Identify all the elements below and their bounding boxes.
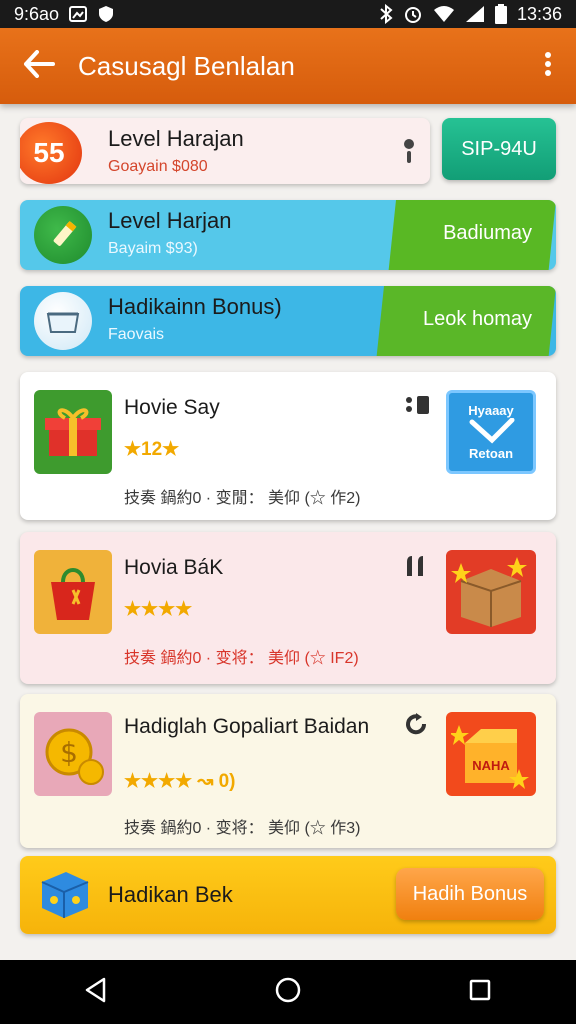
nav-recents-button[interactable] bbox=[440, 960, 520, 1024]
product-1-tile-text-1: Hyaaay bbox=[468, 403, 514, 418]
shield-icon bbox=[97, 5, 115, 23]
bottom-bonus-banner[interactable]: Hadikan Bek Hadih Bonus bbox=[20, 856, 556, 934]
level-card-1[interactable]: 55 Level Harajan Goayain $080 bbox=[20, 118, 430, 184]
gift-box-icon bbox=[34, 390, 112, 474]
dice-cube-icon bbox=[34, 866, 94, 922]
level-card-2-action[interactable]: Badiumay bbox=[443, 222, 532, 245]
level-card-1-text: Level Harajan Goayain $080 bbox=[108, 126, 244, 176]
nav-home-button[interactable] bbox=[248, 960, 328, 1024]
product-1-title: Hovie Say bbox=[124, 396, 220, 419]
level-card-1-subtitle: Goayain $080 bbox=[108, 158, 208, 175]
product-3-rating: ★★★★ ↝ 0) bbox=[124, 771, 236, 792]
bonus-card-title: Hadikainn Bonus) bbox=[108, 294, 282, 319]
share-icon[interactable] bbox=[404, 554, 430, 583]
level-action-button[interactable]: SIP-94U bbox=[442, 118, 556, 180]
refresh-icon[interactable] bbox=[404, 712, 428, 741]
wifi-icon bbox=[433, 5, 455, 23]
bottom-banner-title: Hadikan Bek bbox=[108, 882, 233, 907]
battery-icon bbox=[494, 4, 507, 24]
product-3-tile-text: NAHA bbox=[472, 758, 510, 773]
arrow-left-icon bbox=[23, 49, 55, 83]
alarm-icon bbox=[403, 4, 423, 24]
prize-box-icon[interactable]: NAHA bbox=[446, 712, 536, 796]
product-3-title: Hadiglah Gopaliart Baidan bbox=[124, 715, 370, 738]
signal-icon bbox=[465, 5, 485, 23]
bonus-button[interactable]: Hadih Bonus bbox=[396, 868, 544, 920]
gold-coins-icon: $ bbox=[34, 712, 112, 796]
info-icon[interactable] bbox=[402, 138, 416, 171]
status-clock: 13:36 bbox=[516, 3, 562, 24]
product-1-tile-text-2: Retoan bbox=[468, 446, 514, 461]
bluetooth-icon bbox=[379, 4, 393, 24]
status-left-text: 9:6ao bbox=[14, 3, 60, 24]
system-nav-bar bbox=[0, 960, 576, 1024]
phone-icon[interactable] bbox=[404, 394, 432, 421]
product-2-title: Hovia BáK bbox=[124, 556, 224, 579]
product-card-1[interactable]: Hovie Say ★12★ 技奏 鍋約0 · 变閒： 美仰 (☆ 作2) Hy… bbox=[20, 372, 556, 520]
clock-tile-icon[interactable]: Hyaaay Retoan bbox=[446, 390, 536, 474]
bonus-card-text: Hadikainn Bonus) Faovais bbox=[108, 294, 282, 344]
gift-bag-icon bbox=[34, 550, 112, 634]
gallery-icon bbox=[69, 5, 88, 23]
level-badge: 55 bbox=[20, 122, 82, 184]
product-1-rating: ★12★ bbox=[124, 439, 180, 460]
level-card-2-subtitle: Bayaim $93) bbox=[108, 240, 198, 257]
product-1-meta: 技奏 鍋約0 · 变閒： 美仰 (☆ 作2) bbox=[124, 490, 361, 507]
product-card-2[interactable]: Hovia BáK ★★★★ 技奏 鍋約0 · 变将： 美仰 (☆ IF2) bbox=[20, 532, 556, 684]
pencil-icon bbox=[34, 206, 92, 264]
status-bar: 9:6ao 13:36 bbox=[0, 0, 576, 28]
app-bar: Casusagl Benlalan bbox=[0, 28, 576, 104]
level-card-2-text: Level Harjan Bayaim $93) bbox=[108, 208, 232, 258]
product-2-rating: ★★★★ bbox=[124, 599, 193, 620]
bonus-card-action[interactable]: Leok homay bbox=[423, 308, 532, 331]
main-content: 55 Level Harajan Goayain $080 SIP-94U Le… bbox=[0, 104, 576, 960]
level-card-2[interactable]: Level Harjan Bayaim $93) Badiumay bbox=[20, 200, 556, 270]
cardboard-box-icon[interactable] bbox=[446, 550, 536, 634]
product-2-meta: 技奏 鍋約0 · 变将： 美仰 (☆ IF2) bbox=[124, 650, 359, 667]
back-triangle-icon bbox=[84, 977, 108, 1008]
page-title: Casusagl Benlalan bbox=[78, 50, 295, 81]
level-card-2-title: Level Harjan bbox=[108, 208, 232, 233]
more-vert-icon bbox=[544, 51, 552, 82]
product-card-3[interactable]: $ Hadiglah Gopaliart Baidan ★★★★ ↝ 0) 技奏… bbox=[20, 694, 556, 848]
nav-back-button[interactable] bbox=[56, 960, 136, 1024]
overflow-menu-button[interactable] bbox=[520, 28, 576, 104]
bonus-card[interactable]: Hadikainn Bonus) Faovais Leok homay bbox=[20, 286, 556, 356]
product-3-meta: 技奏 鍋約0 · 变将： 美仰 (☆ 作3) bbox=[124, 820, 361, 837]
level-card-1-title: Level Harajan bbox=[108, 126, 244, 151]
recents-square-icon bbox=[468, 978, 492, 1007]
basket-icon bbox=[34, 292, 92, 350]
home-circle-icon bbox=[274, 976, 302, 1009]
bonus-card-subtitle: Faovais bbox=[108, 326, 165, 343]
svg-text:$: $ bbox=[60, 736, 78, 769]
back-button[interactable] bbox=[0, 28, 78, 104]
